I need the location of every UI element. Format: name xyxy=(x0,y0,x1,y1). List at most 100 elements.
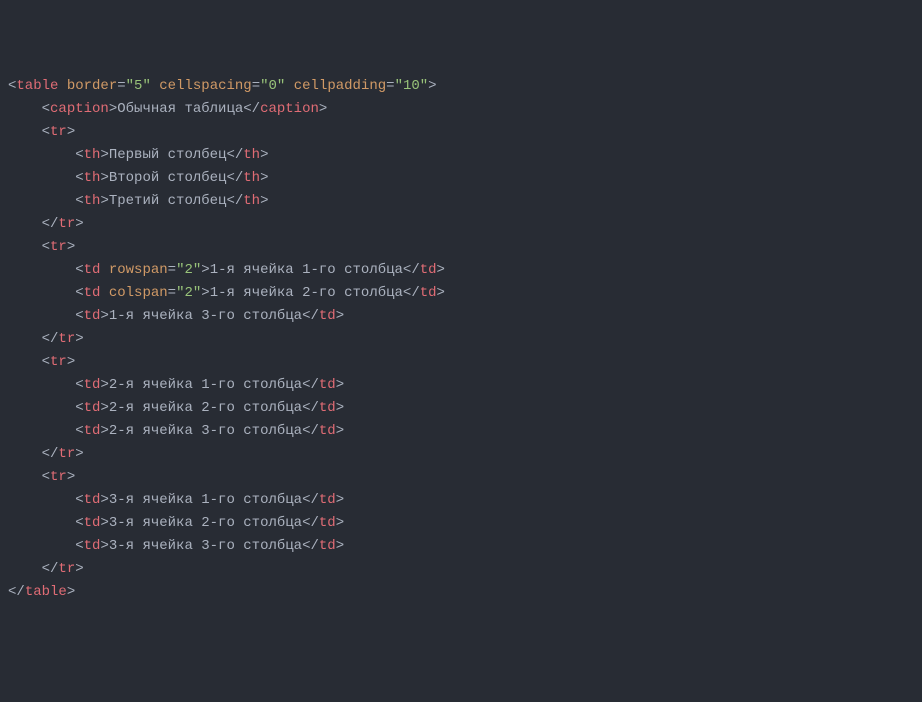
angle-bracket: > xyxy=(201,262,209,278)
tag-caption: caption xyxy=(50,101,109,117)
tag-th: th xyxy=(243,170,260,186)
code-line: <td rowspan="2">1-я ячейка 1-го столбца<… xyxy=(8,259,922,282)
code-line: <td>3-я ячейка 3-го столбца</td> xyxy=(8,535,922,558)
angle-bracket: > xyxy=(100,147,108,163)
code-line: <td>3-я ячейка 1-го столбца</td> xyxy=(8,489,922,512)
text-content: 2-я ячейка 1-го столбца xyxy=(109,377,302,393)
text-content: 1-я ячейка 2-го столбца xyxy=(210,285,403,301)
angle-bracket: > xyxy=(67,124,75,140)
angle-bracket: < xyxy=(75,308,83,324)
text-content: 1-я ячейка 1-го столбца xyxy=(210,262,403,278)
angle-bracket: < xyxy=(75,262,83,278)
angle-bracket: </ xyxy=(302,492,319,508)
tag-tr: tr xyxy=(58,331,75,347)
angle-bracket: < xyxy=(42,124,50,140)
attr-value: "0" xyxy=(260,78,285,94)
text-content: 1-я ячейка 3-го столбца xyxy=(109,308,302,324)
angle-bracket: > xyxy=(100,308,108,324)
angle-bracket: > xyxy=(336,423,344,439)
code-line: <td>1-я ячейка 3-го столбца</td> xyxy=(8,305,922,328)
angle-bracket: > xyxy=(100,377,108,393)
text-content: 3-я ячейка 2-го столбца xyxy=(109,515,302,531)
attr-value: "10" xyxy=(395,78,429,94)
angle-bracket: </ xyxy=(226,147,243,163)
angle-bracket: < xyxy=(42,101,50,117)
angle-bracket: < xyxy=(75,377,83,393)
angle-bracket: > xyxy=(75,446,83,462)
tag-td: td xyxy=(319,492,336,508)
angle-bracket: > xyxy=(100,170,108,186)
tag-td: td xyxy=(84,308,101,324)
angle-bracket: < xyxy=(42,354,50,370)
attr-cellpadding: cellpadding xyxy=(294,78,386,94)
code-line: </tr> xyxy=(8,328,922,351)
tag-td: td xyxy=(319,515,336,531)
tag-td: td xyxy=(84,400,101,416)
angle-bracket: < xyxy=(75,538,83,554)
angle-bracket: > xyxy=(67,469,75,485)
angle-bracket: > xyxy=(428,78,436,94)
text-content: 3-я ячейка 3-го столбца xyxy=(109,538,302,554)
angle-bracket: > xyxy=(319,101,327,117)
tag-td: td xyxy=(84,538,101,554)
angle-bracket: </ xyxy=(302,308,319,324)
angle-bracket: > xyxy=(100,515,108,531)
text-content: 2-я ячейка 3-го столбца xyxy=(109,423,302,439)
attr-colspan: colspan xyxy=(109,285,168,301)
angle-bracket: > xyxy=(109,101,117,117)
angle-bracket: </ xyxy=(42,216,59,232)
tag-td: td xyxy=(84,285,101,301)
angle-bracket: > xyxy=(100,193,108,209)
attr-value: "2" xyxy=(176,262,201,278)
code-line: <caption>Обычная таблица</caption> xyxy=(8,98,922,121)
angle-bracket: </ xyxy=(302,538,319,554)
angle-bracket: > xyxy=(260,147,268,163)
code-line: <tr> xyxy=(8,236,922,259)
text-content: Третий столбец xyxy=(109,193,227,209)
code-block: <table border="5" cellspacing="0" cellpa… xyxy=(8,75,922,604)
attr-value: "2" xyxy=(176,285,201,301)
tag-td: td xyxy=(319,308,336,324)
tag-td: td xyxy=(84,492,101,508)
code-line: <td>2-я ячейка 2-го столбца</td> xyxy=(8,397,922,420)
angle-bracket: > xyxy=(75,331,83,347)
angle-bracket: > xyxy=(67,239,75,255)
tag-th: th xyxy=(84,193,101,209)
code-line: <th>Третий столбец</th> xyxy=(8,190,922,213)
code-line: <tr> xyxy=(8,466,922,489)
angle-bracket: </ xyxy=(42,446,59,462)
angle-bracket: < xyxy=(75,170,83,186)
attr-cellspacing: cellspacing xyxy=(159,78,251,94)
tag-td: td xyxy=(319,377,336,393)
code-line: <th>Второй столбец</th> xyxy=(8,167,922,190)
angle-bracket: > xyxy=(100,492,108,508)
tag-th: th xyxy=(84,170,101,186)
tag-tr: tr xyxy=(58,216,75,232)
tag-th: th xyxy=(84,147,101,163)
tag-tr: tr xyxy=(50,124,67,140)
tag-td: td xyxy=(84,377,101,393)
angle-bracket: </ xyxy=(226,170,243,186)
tag-tr: tr xyxy=(50,354,67,370)
tag-tr: tr xyxy=(58,446,75,462)
code-line: </tr> xyxy=(8,558,922,581)
angle-bracket: > xyxy=(336,515,344,531)
angle-bracket: </ xyxy=(226,193,243,209)
angle-bracket: > xyxy=(260,193,268,209)
angle-bracket: </ xyxy=(302,377,319,393)
tag-caption: caption xyxy=(260,101,319,117)
angle-bracket: < xyxy=(75,423,83,439)
text-content: 3-я ячейка 1-го столбца xyxy=(109,492,302,508)
tag-td: td xyxy=(319,400,336,416)
tag-th: th xyxy=(243,147,260,163)
angle-bracket: </ xyxy=(8,584,25,600)
angle-bracket: < xyxy=(42,239,50,255)
code-line: <tr> xyxy=(8,121,922,144)
angle-bracket: < xyxy=(75,147,83,163)
angle-bracket: < xyxy=(75,285,83,301)
tag-td: td xyxy=(84,262,101,278)
angle-bracket: </ xyxy=(302,515,319,531)
text-content: Обычная таблица xyxy=(117,101,243,117)
code-line: <table border="5" cellspacing="0" cellpa… xyxy=(8,75,922,98)
angle-bracket: > xyxy=(201,285,209,301)
